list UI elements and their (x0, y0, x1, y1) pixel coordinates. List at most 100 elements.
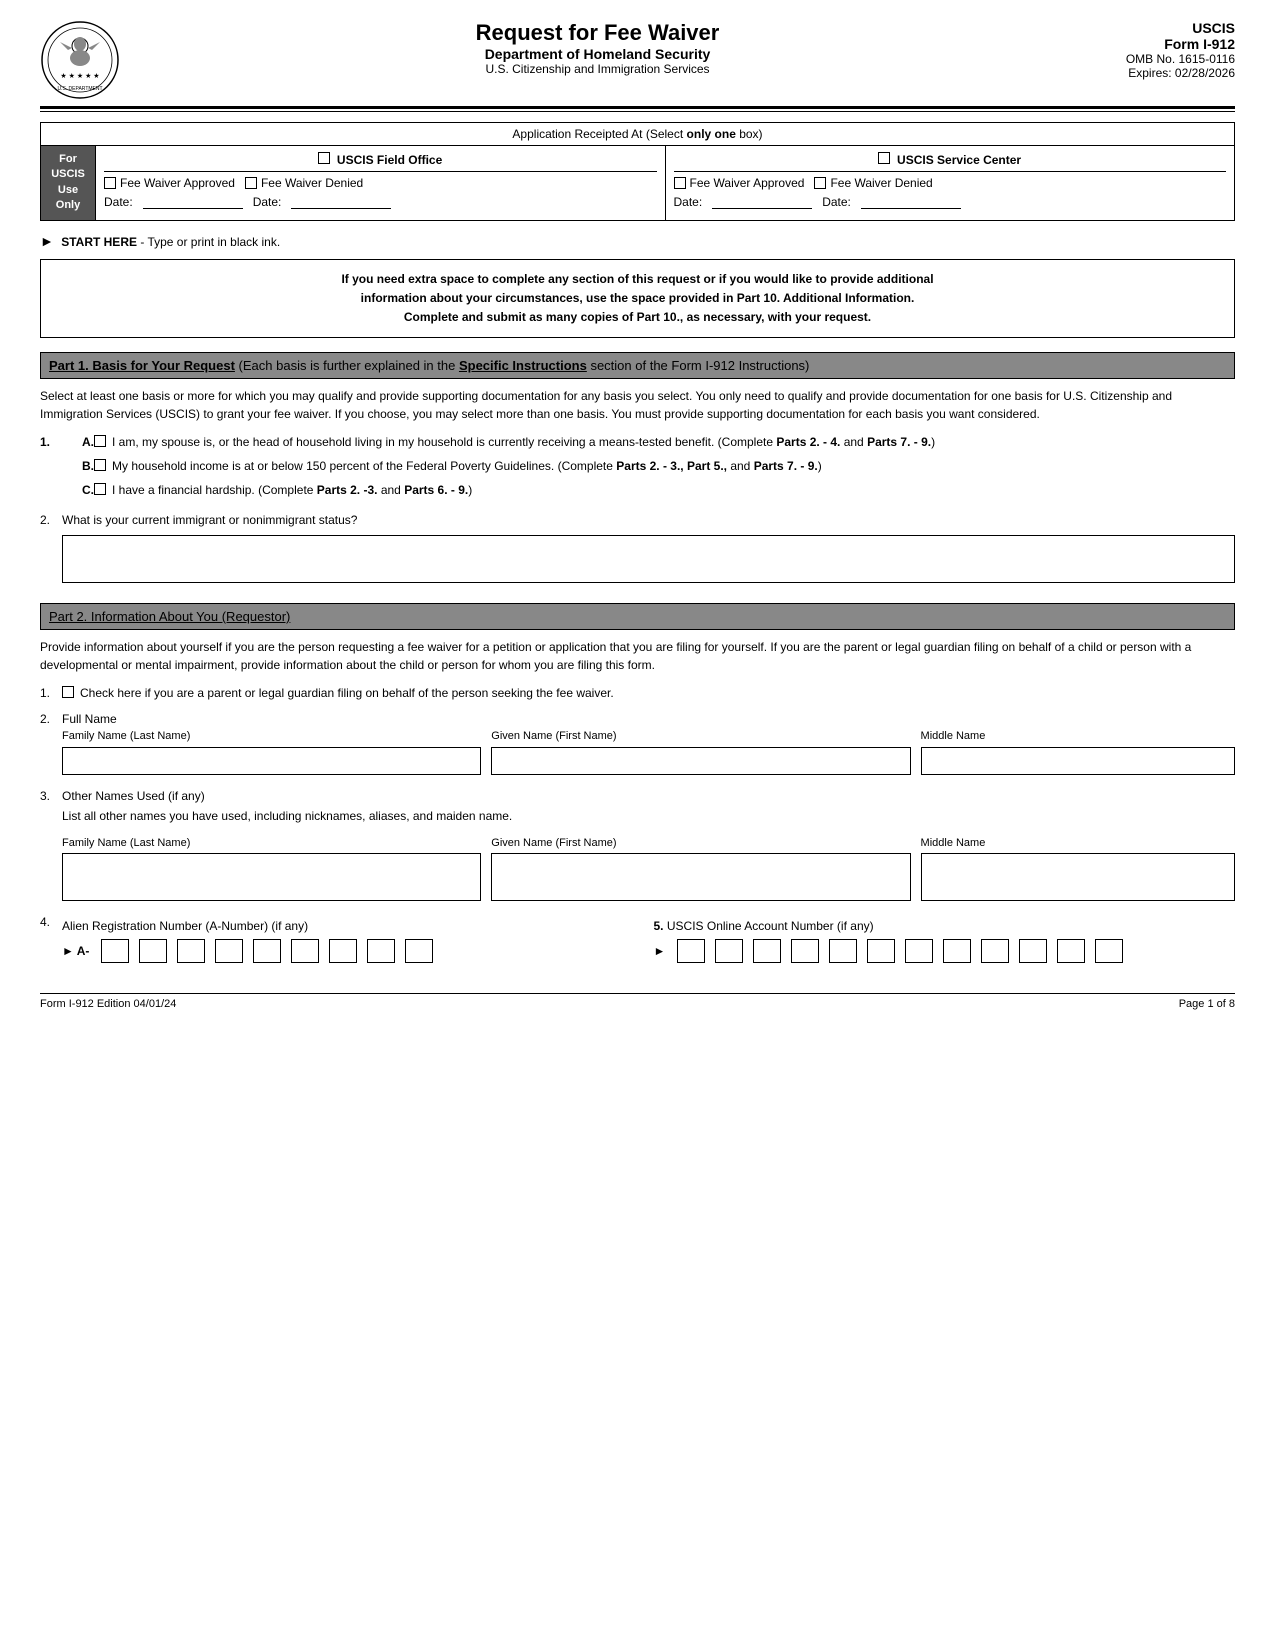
part2-item1: 1. Check here if you are a parent or leg… (40, 684, 1235, 702)
part1-c-checkbox[interactable] (94, 483, 106, 495)
part1-label: Part 1. Basis for Your Request (49, 358, 235, 373)
part2-anumber-row: Alien Registration Number (A-Number) (if… (62, 917, 1235, 963)
field-office-denied-label[interactable]: Fee Waiver Denied (245, 176, 363, 190)
part2-family-name-input[interactable] (62, 747, 481, 775)
service-center-denied-checkbox[interactable] (814, 177, 826, 189)
part2-guardian-checkbox[interactable] (62, 686, 74, 698)
start-here-text: START HERE (61, 235, 137, 249)
part2-item4-5-content: Alien Registration Number (A-Number) (if… (62, 913, 1235, 963)
account-cell-12[interactable] (1095, 939, 1123, 963)
field-office-date-input2[interactable] (291, 194, 391, 209)
part2-body: Provide information about yourself if yo… (40, 638, 1235, 674)
part2-middle-name-input[interactable] (921, 747, 1235, 775)
part2-other-given-name-label: Given Name (First Name) (491, 835, 910, 852)
account-cell-7[interactable] (905, 939, 933, 963)
anumber-cell-3[interactable] (177, 939, 205, 963)
part2-other-names-label: Other Names Used (if any) (62, 789, 205, 803)
anumber-cell-5[interactable] (253, 939, 281, 963)
page-footer: Form I-912 Edition 04/01/24 Page 1 of 8 (40, 993, 1235, 1010)
svg-text:U.S. DEPARTMENT: U.S. DEPARTMENT (57, 86, 102, 92)
part2-uscis-account-group: 5. USCIS Online Account Number (if any) … (654, 917, 1236, 963)
part1-a-text: I am, my spouse is, or the head of house… (112, 433, 935, 451)
part2-item1-content: Check here if you are a parent or legal … (62, 684, 1235, 702)
part2-item1-text: Check here if you are a parent or legal … (80, 684, 614, 702)
anumber-cell-1[interactable] (101, 939, 129, 963)
anumber-cell-8[interactable] (367, 939, 395, 963)
account-cell-2[interactable] (715, 939, 743, 963)
service-center-approved-label[interactable]: Fee Waiver Approved (674, 176, 805, 190)
part1-item1b: B. My household income is at or below 15… (62, 457, 1235, 475)
service-center-date-row: Date: Date: (674, 194, 1227, 209)
part2-num1: 1. (40, 684, 62, 702)
account-cell-8[interactable] (943, 939, 971, 963)
field-office-approved-label[interactable]: Fee Waiver Approved (104, 176, 235, 190)
field-office-denied-text: Fee Waiver Denied (261, 176, 363, 190)
part1-num1: 1. (40, 433, 62, 505)
service-center-date-input1[interactable] (712, 194, 812, 209)
field-office-approved-checkbox[interactable] (104, 177, 116, 189)
service-center-approved-text: Fee Waiver Approved (690, 176, 805, 190)
account-cell-4[interactable] (791, 939, 819, 963)
service-center-approved-checkbox[interactable] (674, 177, 686, 189)
account-cell-3[interactable] (753, 939, 781, 963)
part2-account-num-label: 5. USCIS Online Account Number (if any) (654, 919, 874, 933)
part1-specific-instructions: Specific Instructions (459, 358, 587, 373)
field-office-date-label2: Date: (253, 195, 282, 209)
part2-other-given-name-input[interactable] (491, 853, 910, 901)
anumber-cell-7[interactable] (329, 939, 357, 963)
uscis-use-label: USCIS (51, 167, 85, 182)
part2-header: Part 2. Information About You (Requestor… (40, 603, 1235, 630)
part1-b-checkbox[interactable] (94, 459, 106, 471)
part2-item4-5: 4. Alien Registration Number (A-Number) … (40, 913, 1235, 963)
service-center-date-label1: Date: (674, 195, 703, 209)
start-here-subtext: - Type or print in black ink. (140, 235, 280, 249)
part2-account-fields: ► (654, 939, 1236, 963)
uscis-service-center-col: USCIS Service Center Fee Waiver Approved… (666, 146, 1235, 220)
service-center-checkbox[interactable] (878, 152, 890, 164)
service-center-denied-label[interactable]: Fee Waiver Denied (814, 176, 932, 190)
header-divider-thin (40, 111, 1235, 112)
field-office-date-input1[interactable] (143, 194, 243, 209)
part1-item2-content: What is your current immigrant or nonimm… (62, 511, 1235, 589)
service-center-date-input2[interactable] (861, 194, 961, 209)
immigrant-status-input[interactable] (62, 535, 1235, 583)
part1-letter-a: A. (62, 433, 94, 451)
part2-other-given-name-group: Given Name (First Name) (491, 835, 910, 902)
account-cell-11[interactable] (1057, 939, 1085, 963)
part2-given-name-input[interactable] (491, 747, 910, 775)
account-cell-1[interactable] (677, 939, 705, 963)
part1-item1: 1. A. I am, my spouse is, or the head of… (40, 433, 1235, 505)
part2-item3: 3. Other Names Used (if any) List all ot… (40, 787, 1235, 908)
anumber-cell-9[interactable] (405, 939, 433, 963)
part1-c-content: I have a financial hardship. (Complete P… (94, 481, 1235, 499)
part2-item2: 2. Full Name Family Name (Last Name) Giv… (40, 710, 1235, 781)
part1-item1-content: A. I am, my spouse is, or the head of ho… (62, 433, 1235, 505)
use-label: Use (58, 183, 78, 198)
part2-other-family-name-input[interactable] (62, 853, 481, 901)
part2-given-name-label: Given Name (First Name) (491, 728, 910, 745)
header-right: USCIS Form I-912 OMB No. 1615-0116 Expir… (1075, 20, 1235, 80)
account-cell-5[interactable] (829, 939, 857, 963)
uscis-emblem: ★ ★ ★ ★ ★ U.S. DEPARTMENT (40, 20, 120, 100)
part1-a-checkbox[interactable] (94, 435, 106, 447)
part2-other-family-name-label: Family Name (Last Name) (62, 835, 481, 852)
part2-family-name-group: Family Name (Last Name) (62, 728, 481, 775)
part1-num2: 2. (40, 511, 62, 589)
info-line2: information about your circumstances, us… (361, 291, 915, 305)
account-cell-6[interactable] (867, 939, 895, 963)
field-office-denied-checkbox[interactable] (245, 177, 257, 189)
anumber-cell-4[interactable] (215, 939, 243, 963)
part1-c-text: I have a financial hardship. (Complete P… (112, 481, 472, 499)
part1-item2: 2. What is your current immigrant or non… (40, 511, 1235, 589)
part1-b-content: My household income is at or below 150 p… (94, 457, 1235, 475)
expires: Expires: 02/28/2026 (1075, 66, 1235, 80)
account-cell-9[interactable] (981, 939, 1009, 963)
field-office-checkbox[interactable] (318, 152, 330, 164)
part2-num4: 4. (40, 913, 62, 931)
only-label: Only (56, 198, 80, 213)
anumber-cell-6[interactable] (291, 939, 319, 963)
uscis-field-office-col: USCIS Field Office Fee Waiver Approved F… (96, 146, 666, 220)
account-cell-10[interactable] (1019, 939, 1047, 963)
part2-other-middle-name-input[interactable] (921, 853, 1235, 901)
anumber-cell-2[interactable] (139, 939, 167, 963)
